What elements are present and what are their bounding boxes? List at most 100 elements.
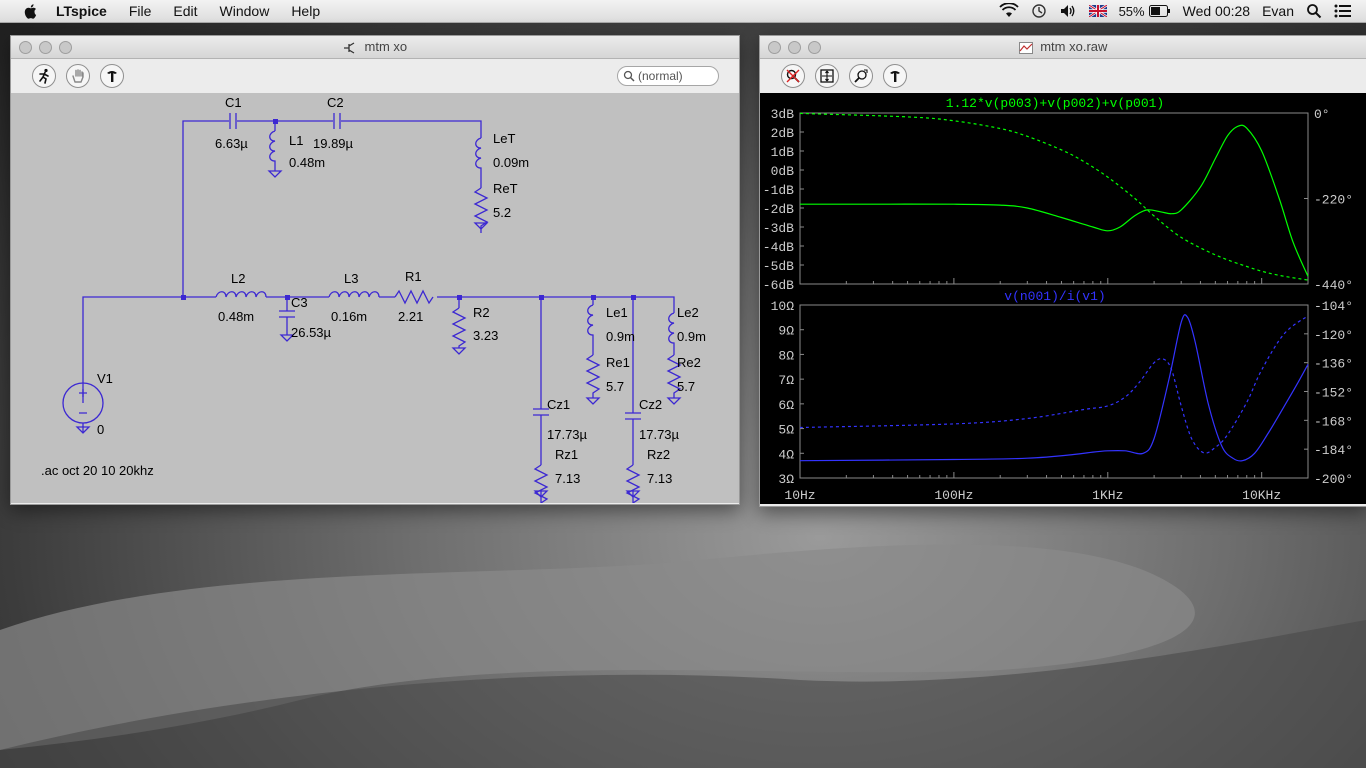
r2-value[interactable]: 3.23: [473, 328, 498, 343]
menubar-clock[interactable]: Wed 00:28: [1183, 3, 1250, 19]
gain-trace-title[interactable]: 1.12*v(p003)+v(p002)+v(p001): [946, 96, 1164, 111]
probe-button[interactable]: [100, 64, 124, 88]
re1-value[interactable]: 5.7: [606, 379, 624, 394]
ret-value[interactable]: 5.2: [493, 205, 511, 220]
waveform-titlebar[interactable]: mtm xo.raw: [760, 36, 1366, 59]
zoom-cancel-icon: [786, 69, 800, 83]
l3-value[interactable]: 0.16m: [331, 309, 367, 324]
close-button[interactable]: [768, 41, 781, 54]
raw-file-icon: [1018, 41, 1033, 54]
uk-flag-icon[interactable]: [1088, 5, 1107, 17]
cz2-name[interactable]: Cz2: [639, 397, 662, 412]
cz1-value[interactable]: 17.73µ: [547, 427, 588, 442]
re2-value[interactable]: 5.7: [677, 379, 695, 394]
c2-value[interactable]: 19.89µ: [313, 136, 354, 151]
l3-name[interactable]: L3: [344, 271, 358, 286]
impedance-trace-title[interactable]: v(n001)/i(v1): [1004, 289, 1105, 304]
menu-help[interactable]: Help: [291, 3, 320, 19]
impedance-magnitude-trace: [799, 314, 1309, 462]
schematic-window: mtm xo (normal) C1 6.63µ C2 19.89µ L1 0.…: [10, 35, 740, 505]
window-controls: [768, 41, 821, 54]
cz2-value[interactable]: 17.73µ: [639, 427, 680, 442]
wifi-icon[interactable]: [998, 3, 1019, 19]
r2-name[interactable]: R2: [473, 305, 490, 320]
y2-tick-label: -440°: [1314, 278, 1353, 293]
ac-directive[interactable]: .ac oct 20 10 20khz: [41, 463, 154, 478]
y-tick-label: -2dB: [763, 202, 794, 217]
search-icon: [623, 70, 635, 82]
minimize-button[interactable]: [39, 41, 52, 54]
l2-name[interactable]: L2: [231, 271, 245, 286]
menubar-user[interactable]: Evan: [1262, 3, 1294, 19]
apple-icon[interactable]: [22, 2, 40, 20]
waveform-window: mtm xo.raw 1.12*v(p003)+v(p002)+v(p001) …: [759, 35, 1366, 507]
waveform-plot-area[interactable]: 1.12*v(p003)+v(p002)+v(p001) v(n001)/i(v…: [760, 93, 1366, 504]
let-value[interactable]: 0.09m: [493, 155, 529, 170]
y-tick-label: 6Ω: [778, 398, 794, 413]
l1-name[interactable]: L1: [289, 133, 303, 148]
let-name[interactable]: LeT: [493, 131, 515, 146]
le2-value[interactable]: 0.9m: [677, 329, 706, 344]
x-tick-label: 10KHz: [1242, 488, 1281, 503]
time-machine-icon[interactable]: [1031, 3, 1047, 19]
menu-file[interactable]: File: [129, 3, 152, 19]
zoom-cancel-button[interactable]: [781, 64, 805, 88]
y-tick-label: 7Ω: [778, 373, 794, 388]
y2-tick-label: -200°: [1314, 472, 1353, 487]
app-menu[interactable]: LTspice: [56, 3, 107, 19]
rz2-name[interactable]: Rz2: [647, 447, 670, 462]
y2-tick-label: 0°: [1314, 107, 1330, 122]
waveform-toolbar: [760, 59, 1366, 94]
v1-name[interactable]: V1: [97, 371, 113, 386]
search-field[interactable]: (normal): [617, 66, 719, 86]
zoom-button[interactable]: [59, 41, 72, 54]
menu-window[interactable]: Window: [220, 3, 270, 19]
spotlight-icon[interactable]: [1306, 3, 1322, 19]
y-tick-label: 10Ω: [771, 299, 795, 314]
autorange-button[interactable]: [815, 64, 839, 88]
le2-name[interactable]: Le2: [677, 305, 699, 320]
l2-value[interactable]: 0.48m: [218, 309, 254, 324]
cz1-name[interactable]: Cz1: [547, 397, 570, 412]
menu-edit[interactable]: Edit: [173, 3, 197, 19]
search-placeholder: (normal): [638, 69, 683, 83]
le1-value[interactable]: 0.9m: [606, 329, 635, 344]
volume-icon[interactable]: [1059, 3, 1077, 19]
y-tick-label: 3dB: [771, 107, 795, 122]
re2-name[interactable]: Re2: [677, 355, 701, 370]
zoom-back-icon: [854, 69, 868, 83]
gain-pane-frame: [799, 112, 1309, 285]
y2-tick-label: -104°: [1314, 299, 1353, 314]
ret-name[interactable]: ReT: [493, 181, 518, 196]
probe-button[interactable]: [883, 64, 907, 88]
close-button[interactable]: [19, 41, 32, 54]
hammer-icon: [107, 71, 117, 82]
zoom-button[interactable]: [808, 41, 821, 54]
gain-phase-trace: [799, 112, 1309, 281]
notification-center-icon[interactable]: [1334, 4, 1352, 18]
rz1-value[interactable]: 7.13: [555, 471, 580, 486]
le1-name[interactable]: Le1: [606, 305, 628, 320]
battery-icon[interactable]: [1148, 5, 1171, 17]
run-button[interactable]: [32, 64, 56, 88]
minimize-button[interactable]: [788, 41, 801, 54]
c1-name[interactable]: C1: [225, 95, 242, 110]
schematic-titlebar[interactable]: mtm xo: [11, 36, 739, 59]
re1-name[interactable]: Re1: [606, 355, 630, 370]
rz1-name[interactable]: Rz1: [555, 447, 578, 462]
halt-button[interactable]: [66, 64, 90, 88]
l1-value[interactable]: 0.48m: [289, 155, 325, 170]
zoom-back-button[interactable]: [849, 64, 873, 88]
c1-value[interactable]: 6.63µ: [215, 136, 248, 151]
hand-icon: [72, 69, 84, 83]
r1-value[interactable]: 2.21: [398, 309, 423, 324]
waveform-plots: 1.12*v(p003)+v(p002)+v(p001) v(n001)/i(v…: [763, 96, 1353, 503]
c2-name[interactable]: C2: [327, 95, 344, 110]
rz2-value[interactable]: 7.13: [647, 471, 672, 486]
schematic-canvas[interactable]: C1 6.63µ C2 19.89µ L1 0.48m LeT 0.09m Re…: [11, 93, 739, 505]
c3-value[interactable]: 26.53µ: [291, 325, 332, 340]
r1-name[interactable]: R1: [405, 269, 422, 284]
v1-value[interactable]: 0: [97, 422, 104, 437]
c3-name[interactable]: C3: [291, 295, 308, 310]
window-title: mtm xo.raw: [1040, 39, 1108, 54]
